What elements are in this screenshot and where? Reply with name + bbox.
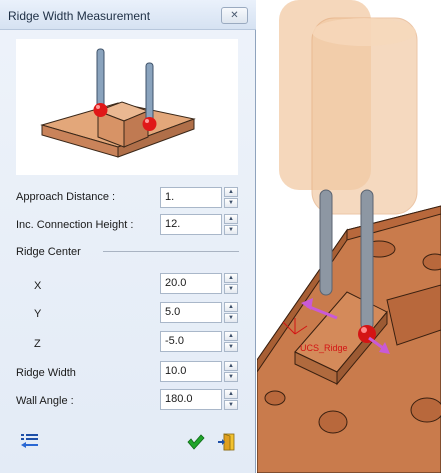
y-input[interactable]: 5.0 <box>160 302 222 323</box>
wall-angle-label: Wall Angle : <box>16 395 74 407</box>
x-decrement-button[interactable]: ▼ <box>224 284 238 294</box>
ucs-ridge-label: UCS_Ridge <box>300 343 348 353</box>
inc-connection-height-decrement-button[interactable]: ▼ <box>224 225 238 235</box>
probe-shaft-left <box>319 189 333 296</box>
probe-preview-image <box>16 39 238 175</box>
ridge-width-decrement-button[interactable]: ▼ <box>224 372 238 382</box>
dialog-title: Ridge Width Measurement <box>8 9 151 23</box>
ridge-probe-illustration <box>40 48 196 158</box>
ok-checkmark-icon[interactable] <box>187 434 205 450</box>
approach-distance-input[interactable]: 1. <box>160 187 222 208</box>
ridge-width-input[interactable]: 10.0 <box>160 361 222 382</box>
viewport-scene <box>257 0 441 473</box>
approach-distance-spinner: 1. ▲ ▼ <box>160 187 238 208</box>
inc-connection-height-label: Inc. Connection Height : <box>16 219 134 231</box>
inc-connection-height-input[interactable]: 12. <box>160 214 222 235</box>
y-decrement-button[interactable]: ▼ <box>224 313 238 323</box>
wall-angle-increment-button[interactable]: ▲ <box>224 389 238 399</box>
x-label: X <box>34 280 42 292</box>
ridge-width-label: Ridge Width <box>16 367 76 379</box>
exit-door-icon[interactable] <box>218 433 236 451</box>
options-list-icon[interactable] <box>20 433 40 449</box>
z-label: Z <box>34 338 41 350</box>
x-input[interactable]: 20.0 <box>160 273 222 294</box>
z-decrement-button[interactable]: ▼ <box>224 342 238 352</box>
approach-distance-increment-button[interactable]: ▲ <box>224 187 238 197</box>
approach-distance-decrement-button[interactable]: ▼ <box>224 198 238 208</box>
y-increment-button[interactable]: ▲ <box>224 302 238 312</box>
approach-distance-label: Approach Distance : <box>16 191 116 203</box>
y-spinner: 5.0 ▲ ▼ <box>160 302 238 323</box>
dialog-title-bar[interactable]: Ridge Width Measurement ✕ <box>0 0 256 30</box>
inc-connection-height-increment-button[interactable]: ▲ <box>224 214 238 224</box>
cad-3d-viewport[interactable]: UCS_Ridge <box>257 0 441 473</box>
z-input[interactable]: -5.0 <box>160 331 222 352</box>
z-increment-button[interactable]: ▲ <box>224 331 238 341</box>
ridge-width-spinner: 10.0 ▲ ▼ <box>160 361 238 382</box>
wall-angle-decrement-button[interactable]: ▼ <box>224 400 238 410</box>
z-spinner: -5.0 ▲ ▼ <box>160 331 238 352</box>
probe-shaft-right <box>360 189 374 331</box>
ridge-width-increment-button[interactable]: ▲ <box>224 361 238 371</box>
y-label: Y <box>34 308 42 320</box>
ruby-ball-icon <box>93 103 108 117</box>
x-increment-button[interactable]: ▲ <box>224 273 238 283</box>
inc-connection-height-spinner: 12. ▲ ▼ <box>160 214 238 235</box>
close-button[interactable]: ✕ <box>221 7 248 24</box>
ridge-center-section-label: Ridge Center <box>16 246 81 258</box>
x-spinner: 20.0 ▲ ▼ <box>160 273 238 294</box>
section-divider <box>103 251 239 252</box>
wall-angle-input[interactable]: 180.0 <box>160 389 222 410</box>
ridge-width-dialog: Ridge Width Measurement ✕ Approach Dista… <box>0 0 256 473</box>
wall-angle-spinner: 180.0 ▲ ▼ <box>160 389 238 410</box>
